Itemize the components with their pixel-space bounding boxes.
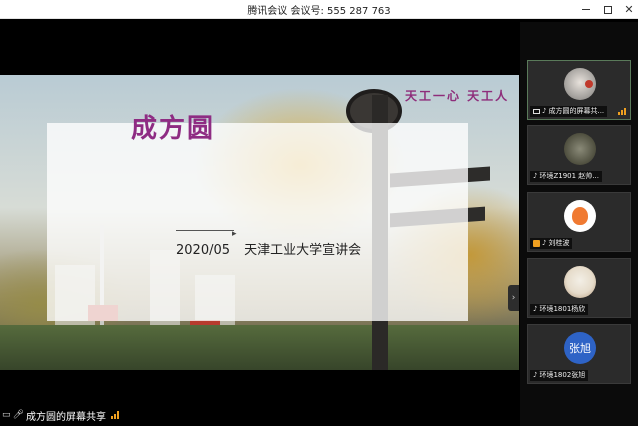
slide-subtitle: 天津工业大学宣讲会 — [244, 243, 362, 258]
signal-icon — [110, 411, 119, 419]
mic-icon: ♪ — [533, 172, 538, 180]
avatar — [564, 200, 596, 232]
chevron-right-icon: › — [511, 293, 516, 303]
slide-subtitle-row: 2020/05 天津工业大学宣讲会 — [176, 239, 371, 258]
participant-label: ♪ 环境1801杨欣 — [530, 304, 589, 315]
screen-share-icon — [533, 109, 540, 114]
title-card — [47, 123, 468, 321]
title-bar: 腾讯会议 会议号: 555 287 763 ✕ — [0, 0, 638, 19]
participants-panel: ♪ 成方圆的屏幕共... ♪ 环境Z1901 赵帅... ♪ 刘桂波 ♪ 环境1… — [520, 22, 638, 426]
participant-name: 刘桂波 — [548, 239, 570, 247]
close-button[interactable]: ✕ — [617, 0, 638, 19]
mic-icon: ♪ — [542, 239, 547, 247]
mic-icon: ♪ — [533, 305, 538, 313]
slide-slogan: 天工一心 天工人 — [405, 89, 510, 103]
participant-name: 环境1801杨欣 — [539, 305, 586, 313]
participant-tile[interactable]: 张旭 ♪ 环境1802张旭 — [527, 324, 631, 384]
shared-screen[interactable]: 天工一心 天工人 成方圆 2020/05 天津工业大学宣讲会 ▸ › — [0, 75, 519, 370]
mic-icon: ♪ — [533, 371, 538, 379]
collapse-panel-button[interactable]: › — [508, 285, 519, 311]
participant-label: ♪ 环境Z1901 赵帅... — [530, 171, 602, 182]
participant-label: ♪ 成方圆的屏幕共... — [530, 106, 608, 117]
slide-title: 成方圆 — [131, 114, 216, 144]
mic-icon: 🎤︎ — [12, 410, 24, 420]
host-icon — [533, 240, 540, 247]
participant-name: 环境Z1901 赵帅... — [539, 172, 599, 180]
close-icon: ✕ — [624, 3, 634, 16]
participant-label: ♪ 刘桂波 — [530, 238, 573, 249]
screen-share-icon: ▭ — [2, 410, 11, 420]
participant-name: 环境1802张旭 — [539, 371, 586, 379]
participant-tile[interactable]: ♪ 成方圆的屏幕共... — [527, 60, 631, 120]
avatar — [564, 133, 596, 165]
sharing-status-bar: ▭ 🎤︎ 成方圆的屏幕共享 — [0, 404, 520, 426]
window-title: 腾讯会议 会议号: 555 287 763 — [247, 6, 391, 17]
participant-tile[interactable]: ♪ 刘桂波 — [527, 192, 631, 252]
participant-tile[interactable]: ♪ 环境1801杨欣 — [527, 258, 631, 318]
tree-line — [0, 325, 519, 370]
cursor-icon: ▸ — [232, 229, 237, 239]
maximize-icon — [604, 5, 612, 14]
fox-icon — [572, 207, 588, 225]
signal-icon — [618, 108, 626, 115]
slide-date: 2020/05 — [176, 243, 231, 258]
avatar — [564, 266, 596, 298]
participant-label: ♪ 环境1802张旭 — [530, 370, 589, 381]
avatar: 张旭 — [564, 332, 596, 364]
participant-name: 成方圆的屏幕共... — [548, 107, 605, 115]
avatar — [564, 68, 596, 100]
sharing-text: 成方圆的屏幕共享 — [25, 411, 106, 423]
participant-tile[interactable]: ♪ 环境Z1901 赵帅... — [527, 125, 631, 185]
minimize-icon — [582, 9, 590, 10]
minimize-button[interactable] — [574, 0, 598, 19]
mic-icon: ♪ — [542, 107, 547, 115]
divider — [176, 230, 234, 231]
